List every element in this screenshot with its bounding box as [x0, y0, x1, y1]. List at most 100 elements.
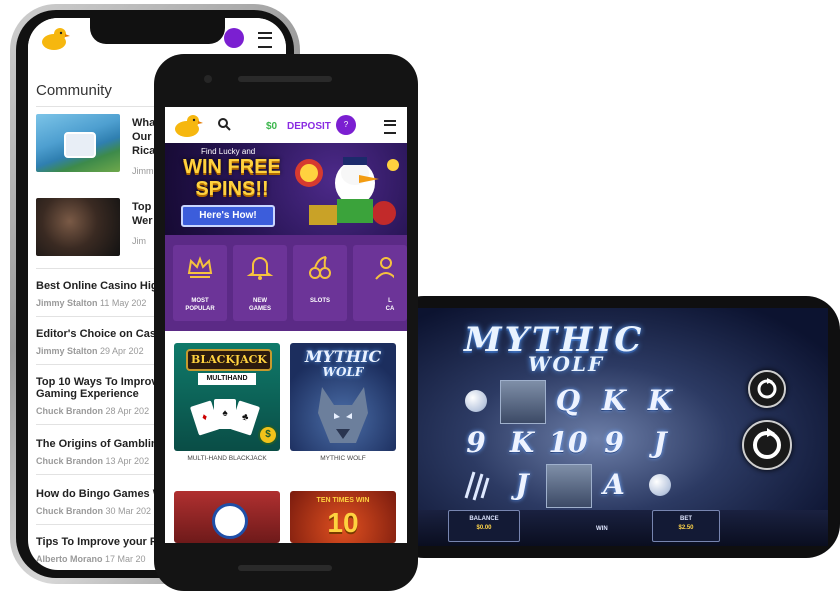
wolf-icon: [318, 387, 368, 443]
bet-label: BET: [680, 516, 692, 522]
blackjack-logo: BLACKJACK: [186, 349, 272, 371]
moon-symbol-icon: [465, 390, 487, 412]
left-phone-avatar[interactable]: [224, 28, 244, 48]
article-title[interactable]: How do Bingo Games W: [36, 488, 163, 500]
snippet-meta: Jim: [132, 236, 146, 246]
article-title[interactable]: Tips To Improve your P: [36, 536, 157, 548]
speaker-grille: [238, 76, 332, 82]
slot-reels: Q K K 9 K 10 9 J J A: [454, 380, 684, 508]
reel-symbol: [638, 464, 682, 506]
duck-logo-icon[interactable]: [40, 26, 70, 52]
front-phone-screen: $0 DEPOSIT ? Find Lucky and WIN FREE SPI…: [165, 107, 407, 543]
category-label: L CA: [373, 297, 407, 313]
article-author: Chuck Brandon: [36, 506, 104, 516]
promo-banner[interactable]: Find Lucky and WIN FREE SPINS!! Here's H…: [165, 143, 407, 235]
category-strip: MOST POPULAR NEW GAMES SLOTS L CA: [165, 235, 407, 331]
article-thumbnail-beach[interactable]: [36, 114, 120, 172]
front-camera: [204, 75, 212, 83]
balance-box: BALANCE $0.00: [448, 510, 520, 542]
article-title[interactable]: Editor's Choice on Casi: [36, 328, 159, 340]
banner-headline-1: WIN FREE: [183, 156, 281, 178]
category-live-casino[interactable]: L CA: [353, 245, 407, 321]
article-author: Chuck Brandon: [36, 456, 104, 466]
reel-symbol: K: [509, 426, 535, 459]
snippet-line[interactable]: Top: [132, 200, 151, 214]
reel-symbol: K: [647, 384, 673, 417]
reel-symbol: K: [601, 384, 627, 417]
article-title[interactable]: The Origins of Gamblin: [36, 438, 158, 450]
poker-chip-icon: [212, 503, 248, 539]
article-date: 28 Apr 202: [105, 406, 150, 416]
game-subtitle: WOLF: [528, 352, 605, 376]
landscape-phone: MYTHIC WOLF Q K K 9 K 10 9 J J A BALANCE…: [390, 296, 840, 558]
crown-icon: [187, 256, 213, 278]
article-author: Jimmy Stalton: [36, 346, 98, 356]
snippet-line[interactable]: Wha: [132, 116, 155, 130]
phone-notch: [90, 18, 225, 44]
left-phone-menu-icon[interactable]: [258, 32, 272, 48]
spin-icon: [753, 428, 781, 459]
game-name[interactable]: MYTHIC WOLF: [290, 455, 396, 462]
balance-value: $0.00: [476, 525, 492, 531]
user-avatar[interactable]: ?: [336, 115, 356, 135]
article-date: 30 Mar 202: [105, 506, 152, 516]
banner-headline-2: SPINS!!: [195, 178, 269, 200]
game-tile-poker[interactable]: [174, 491, 280, 543]
article-title[interactable]: Top 10 Ways To Improv: [36, 376, 157, 388]
wolf-symbol-icon: [546, 464, 592, 508]
article-meta: Chuck Brandon 28 Apr 202: [36, 406, 149, 416]
article-author: Alberto Morano: [36, 554, 103, 564]
category-label-line1: NEW: [253, 298, 267, 304]
article-date: 11 May 202: [100, 298, 147, 308]
autoplay-button[interactable]: [748, 370, 786, 408]
dealer-icon: [375, 257, 394, 280]
search-icon[interactable]: [217, 117, 231, 131]
reel-symbol: J: [653, 426, 667, 459]
game-name[interactable]: MULTI-HAND BLACKJACK: [174, 455, 280, 462]
ten-times-win-number: 10: [327, 507, 359, 538]
moon-symbol-icon: [649, 474, 671, 496]
heres-how-button[interactable]: Here's How!: [181, 205, 275, 227]
reel-symbol: J: [515, 468, 529, 501]
category-slots[interactable]: SLOTS: [293, 245, 347, 321]
hamburger-menu-icon[interactable]: [384, 120, 396, 134]
snippet-line[interactable]: Rica: [132, 144, 155, 158]
claw-symbol-icon: [454, 464, 498, 506]
game-tile-blackjack[interactable]: BLACKJACK MULTIHAND ♦ ♠ ♣ $: [174, 343, 280, 451]
snippet-line[interactable]: Our: [132, 130, 152, 144]
snippet-line[interactable]: Wer: [132, 214, 153, 228]
reel-symbol: 10: [548, 426, 588, 459]
deposit-button[interactable]: DEPOSIT: [287, 121, 331, 132]
category-new-games[interactable]: NEW GAMES: [233, 245, 287, 321]
dollar-chip-icon: $: [258, 425, 278, 445]
spin-button[interactable]: [742, 420, 792, 470]
bet-box[interactable]: BET $2.50: [652, 510, 720, 542]
reel-symbol: A: [603, 468, 625, 501]
article-title[interactable]: Best Online Casino Hig: [36, 280, 158, 292]
category-most-popular[interactable]: MOST POPULAR: [173, 245, 227, 321]
mythic-wolf-logo-sub: WOLF: [322, 365, 364, 379]
category-label-line2: CA: [385, 306, 395, 312]
category-label-line2: GAMES: [248, 306, 271, 312]
category-label: MOST POPULAR: [173, 297, 227, 313]
snippet-meta: Jimm: [132, 166, 154, 176]
duck-logo-icon[interactable]: [173, 113, 203, 139]
autoplay-icon: [757, 378, 777, 399]
reel-symbol: 9: [466, 426, 486, 459]
article-title-line2[interactable]: Gaming Experience: [36, 388, 139, 400]
win-label: WIN: [596, 526, 608, 532]
game-bottom-bar: BALANCE $0.00 WIN BET $2.50: [408, 510, 828, 546]
game-tile-mythic-wolf[interactable]: MYTHIC WOLF: [290, 343, 396, 451]
category-label-line1: SLOTS: [309, 298, 330, 304]
category-label: SLOTS: [293, 297, 347, 305]
category-label-line2: POPULAR: [185, 306, 215, 312]
article-meta: Chuck Brandon 13 Apr 202: [36, 456, 149, 466]
reel-symbol: [454, 380, 498, 422]
category-label-line1: L: [388, 298, 392, 304]
article-date: 17 Mar 20: [105, 554, 146, 564]
game-tile-ten-times-win[interactable]: TEN TIMES WIN 10: [290, 491, 396, 543]
balance-label: BALANCE: [469, 516, 499, 522]
wolf-symbol-icon: [500, 380, 546, 424]
article-meta: Jimmy Stalton 29 Apr 202: [36, 346, 144, 356]
article-thumbnail-man[interactable]: [36, 198, 120, 256]
